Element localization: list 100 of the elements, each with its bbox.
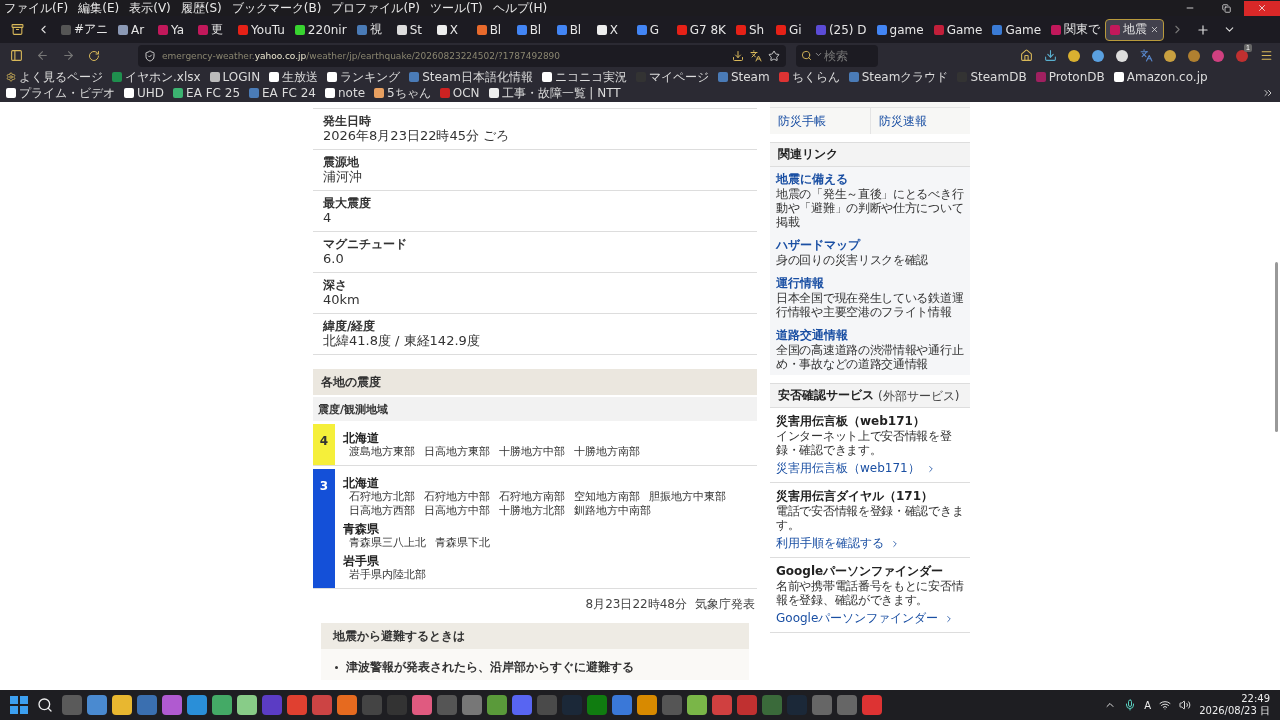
app-icon[interactable] xyxy=(462,695,482,715)
bookmark-link[interactable]: SteamDB xyxy=(957,69,1027,85)
menu-item[interactable]: 編集(E) xyxy=(78,1,120,15)
browser-tab[interactable]: 視 xyxy=(351,18,392,41)
app-icon[interactable] xyxy=(262,695,282,715)
app-icon[interactable] xyxy=(737,695,757,715)
link-title[interactable]: 地震に備える xyxy=(776,172,964,186)
app-icon[interactable] xyxy=(187,695,207,715)
browser-tab[interactable]: Gi xyxy=(770,18,811,41)
browser-tab[interactable]: Ya xyxy=(153,18,194,41)
bookmark-link[interactable]: 工事・故障一覧 | NTT xyxy=(488,85,621,101)
app-icon[interactable] xyxy=(812,695,832,715)
app-icon[interactable] xyxy=(237,695,257,715)
app-icon[interactable] xyxy=(87,695,107,715)
bookmark-link[interactable]: ちくらん xyxy=(778,69,840,85)
bookmark-link[interactable]: ニコニコ実況 xyxy=(541,69,627,85)
browser-tab[interactable]: X xyxy=(431,18,472,41)
more-bookmarks-icon[interactable] xyxy=(1262,87,1274,99)
bookmark-link[interactable]: UHD xyxy=(124,85,165,101)
bookmark-link[interactable]: 生放送 xyxy=(269,69,319,85)
link-title[interactable]: 道路交通情報 xyxy=(776,328,964,342)
browser-tab[interactable]: 更 xyxy=(193,18,234,41)
browser-tab[interactable]: G7 8K xyxy=(671,18,731,41)
close-icon[interactable] xyxy=(1150,25,1160,34)
app-icon[interactable] xyxy=(137,695,157,715)
menu-item[interactable]: プロファイル(P) xyxy=(331,1,420,15)
app-icon[interactable] xyxy=(437,695,457,715)
menu-item[interactable]: 履歴(S) xyxy=(180,1,222,15)
browser-tab[interactable]: 関東で xyxy=(1046,18,1106,41)
app-icon[interactable] xyxy=(487,695,507,715)
app-icon[interactable] xyxy=(162,695,182,715)
app-icon[interactable] xyxy=(62,695,82,715)
microphone-icon[interactable] xyxy=(1124,699,1137,711)
browser-tab[interactable]: Bl xyxy=(551,18,592,41)
app-icon[interactable] xyxy=(837,695,857,715)
browser-tab[interactable]: Ar xyxy=(113,18,154,41)
network-icon[interactable] xyxy=(1159,699,1172,711)
app-icon[interactable] xyxy=(662,695,682,715)
clock[interactable]: 22:49 2026/08/23 日 xyxy=(1199,693,1270,717)
menu-item[interactable]: 表示(V) xyxy=(129,1,171,15)
app-icon[interactable] xyxy=(762,695,782,715)
browser-tab[interactable]: G xyxy=(631,18,672,41)
search-icon[interactable] xyxy=(37,697,53,713)
close-button[interactable] xyxy=(1244,0,1280,16)
bookmark-link[interactable]: よく見るページ xyxy=(6,69,103,85)
bookmark-link[interactable]: Steamクラウド xyxy=(848,69,949,85)
bookmark-link[interactable]: ProtonDB xyxy=(1035,69,1105,85)
browser-tab[interactable]: X xyxy=(591,18,632,41)
bookmark-link[interactable]: プライム・ビデオ xyxy=(6,85,115,101)
download-icon[interactable] xyxy=(732,49,744,62)
bookmark-link[interactable]: イヤホン.xlsx xyxy=(112,69,201,85)
service-link[interactable]: 災害用伝言板（web171） xyxy=(776,460,936,477)
bookmark-link[interactable]: マイページ xyxy=(635,69,709,85)
link-title[interactable]: 運行情報 xyxy=(776,276,964,290)
ime-indicator[interactable]: A xyxy=(1144,699,1152,711)
grid-link[interactable]: 防災手帳 xyxy=(770,108,870,134)
bookmark-link[interactable]: note xyxy=(325,85,366,101)
app-icon[interactable] xyxy=(612,695,632,715)
service-link[interactable]: 利用手順を確認する xyxy=(776,535,900,552)
app-icon[interactable] xyxy=(712,695,732,715)
browser-tab[interactable]: 地震 xyxy=(1105,18,1165,41)
browser-tab[interactable]: Bl xyxy=(511,18,552,41)
app-icon[interactable] xyxy=(512,695,532,715)
app-icon[interactable] xyxy=(862,695,882,715)
windows-logo-icon[interactable] xyxy=(10,696,28,714)
app-icon[interactable] xyxy=(212,695,232,715)
browser-tab[interactable]: #アニ xyxy=(56,18,114,41)
bookmark-link[interactable]: Steam日本語化情報 xyxy=(409,69,533,85)
bookmark-link[interactable]: Steam xyxy=(717,69,770,85)
bookmark-link[interactable]: EA FC 25 xyxy=(173,85,241,101)
browser-tab[interactable]: 220nir xyxy=(289,18,352,41)
bookmark-link[interactable]: 5ちゃん xyxy=(374,85,431,101)
browser-tab[interactable]: Sh xyxy=(730,18,771,41)
translate-icon[interactable] xyxy=(750,49,762,62)
app-icon[interactable] xyxy=(412,695,432,715)
bookmark-star-icon[interactable] xyxy=(768,49,780,62)
link-title[interactable]: ハザードマップ xyxy=(776,238,964,252)
grid-link[interactable]: 防災速報 xyxy=(870,108,970,134)
service-link[interactable]: Googleパーソンファインダー xyxy=(776,610,955,627)
volume-icon[interactable] xyxy=(1179,699,1192,711)
bookmark-link[interactable]: OCN xyxy=(439,85,480,101)
app-icon[interactable] xyxy=(112,695,132,715)
app-icon[interactable] xyxy=(312,695,332,715)
scrollbar-thumb[interactable] xyxy=(1275,262,1278,432)
search-field[interactable]: 検索 xyxy=(796,44,878,67)
bookmark-link[interactable]: ランキング xyxy=(327,69,401,85)
menu-item[interactable]: ファイル(F) xyxy=(4,1,69,15)
browser-tab[interactable]: St xyxy=(391,18,432,41)
bookmark-link[interactable]: Amazon.co.jp xyxy=(1113,69,1208,85)
browser-tab[interactable]: game xyxy=(871,18,929,41)
app-icon[interactable] xyxy=(287,695,307,715)
browser-tab[interactable]: Bl xyxy=(471,18,512,41)
menu-item[interactable]: ヘルプ(H) xyxy=(492,1,548,15)
browser-tab[interactable]: (25) D xyxy=(810,18,872,41)
bookmark-link[interactable]: LOGIN xyxy=(209,69,261,85)
app-icon[interactable] xyxy=(687,695,707,715)
app-icon[interactable] xyxy=(337,695,357,715)
browser-tab[interactable]: YouTu xyxy=(233,18,290,41)
menu-item[interactable]: ツール(T) xyxy=(430,1,483,15)
url-field[interactable]: emergency-weather.yahoo.co.jp/weather/jp/earthquake/20260823224502/?1787492890 xyxy=(138,44,786,67)
